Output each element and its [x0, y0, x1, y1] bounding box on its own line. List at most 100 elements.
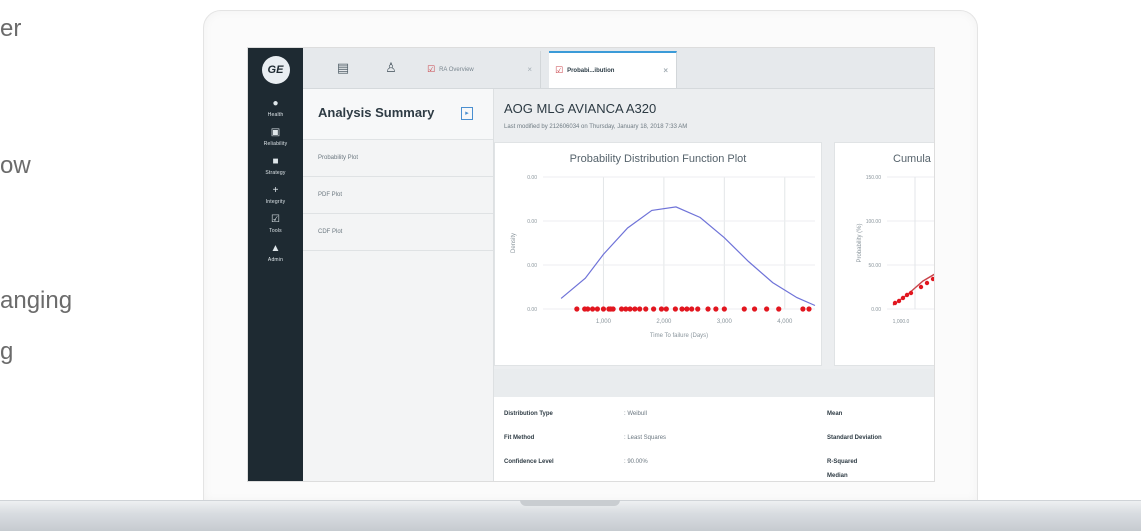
- failure-point: [741, 306, 747, 312]
- close-icon[interactable]: ×: [663, 66, 668, 75]
- nav-item-label: Reliability: [263, 141, 288, 147]
- nav-item-health[interactable]: ● Health: [248, 98, 303, 118]
- failure-point: [930, 276, 934, 282]
- y-tick-label: 0.00: [527, 219, 537, 225]
- stat-value: : Least Squares: [624, 435, 667, 441]
- marketing-text-line: g: [0, 338, 14, 365]
- y-tick-label: 100.00: [866, 219, 882, 225]
- ge-logo[interactable]: GE: [261, 56, 290, 84]
- failure-point: [806, 306, 812, 312]
- stat-label: Mean: [827, 411, 843, 417]
- panel-header: Analysis Summary ▸: [303, 89, 493, 140]
- y-tick-label: 150.00: [866, 175, 882, 181]
- stat-label: Confidence Level: [504, 459, 554, 465]
- nav-sidebar: GE ● Health ▣ Reliability ■ Strategy + I…: [248, 48, 303, 481]
- nav-item-label: Admin: [267, 257, 284, 263]
- dashboard-icon[interactable]: ▤: [335, 60, 351, 76]
- failure-point: [918, 284, 924, 290]
- failure-point: [589, 306, 596, 312]
- failure-point: [600, 306, 607, 312]
- chart-title: Cumula: [893, 153, 931, 165]
- health-icon: ●: [272, 98, 279, 109]
- failure-point: [637, 306, 643, 312]
- asset-title: AOG MLG AVIANCA A320: [504, 101, 657, 116]
- stats-section: Distribution Type : Weibull Fit Method :…: [494, 369, 934, 481]
- reliability-icon: ▣: [270, 127, 281, 138]
- failure-point: [751, 306, 758, 312]
- stat-label: Median: [827, 473, 848, 479]
- nav-item-admin[interactable]: ▲ Admin: [248, 243, 303, 263]
- integrity-icon: +: [272, 185, 279, 196]
- last-modified: Last modified by 212606034 on Thursday, …: [504, 124, 688, 130]
- y-axis-label: Density: [511, 233, 517, 253]
- asset-hierarchy-icon[interactable]: ♙: [383, 60, 399, 76]
- nav-item-label: Integrity: [265, 199, 286, 205]
- pdf-curve: [560, 206, 816, 307]
- stat-label: Standard Deviation: [827, 435, 882, 441]
- stat-label: Fit Method: [504, 435, 535, 441]
- failure-point: [800, 306, 806, 312]
- pdf-chart: 1,000 2,000 3,000 4,000 0.00 0.00 0.00 0.00 Time…: [511, 175, 816, 339]
- failure-point: [610, 306, 616, 312]
- close-icon[interactable]: ×: [527, 65, 532, 74]
- chart-title: Probability Distribution Function Plot: [569, 153, 747, 165]
- failure-point: [900, 295, 906, 301]
- marketing-text-line: anging: [0, 287, 73, 314]
- failure-point: [689, 306, 695, 312]
- stat-value: : 90.00%: [624, 459, 648, 465]
- failure-point: [684, 306, 690, 312]
- y-tick-label: 0.00: [527, 175, 537, 181]
- failure-point: [908, 290, 914, 296]
- tab-bar: ▤ ♙ ☑ RA Overview × ☑ Probabi...ibution …: [303, 48, 934, 89]
- nav-item-tools[interactable]: ☑ Tools: [248, 214, 303, 234]
- y-axis-label: Probability (%): [857, 223, 863, 262]
- x-tick-label: 3,000: [717, 319, 733, 325]
- failure-point: [892, 300, 898, 306]
- x-axis-label: Time To failure (Days): [650, 333, 708, 339]
- stats-header: [494, 369, 934, 397]
- app-screen: GE ● Health ▣ Reliability ■ Strategy + I…: [247, 47, 935, 482]
- panel-item-cdf-plot[interactable]: CDF Plot: [303, 214, 493, 251]
- x-tick-label: 4,000: [777, 319, 793, 325]
- tab-label: RA Overview: [439, 66, 474, 73]
- failure-point: [896, 298, 902, 304]
- y-tick-label: 0.00: [527, 307, 537, 313]
- tab-probability-distribution[interactable]: ☑ Probabi...ibution ×: [549, 51, 677, 88]
- marketing-text-line: ow: [0, 152, 31, 179]
- nav-item-label: Health: [267, 112, 284, 118]
- checkbox-icon: ☑: [427, 64, 436, 74]
- failure-point: [672, 306, 678, 312]
- nav-item-integrity[interactable]: + Integrity: [248, 185, 303, 205]
- nav-item-strategy[interactable]: ■ Strategy: [248, 156, 303, 176]
- cdf-chart: 150.00 100.00 50.00 0.00 1,000.0 Probability …: [857, 175, 934, 325]
- nav-item-label: Strategy: [265, 170, 286, 176]
- laptop-notch: [520, 500, 620, 506]
- tab-ra-overview[interactable]: ☑ RA Overview ×: [421, 51, 541, 88]
- failure-point: [924, 280, 930, 286]
- nav-item-label: Tools: [269, 228, 282, 234]
- failure-point: [594, 306, 600, 312]
- y-tick-label: 0.00: [871, 307, 881, 313]
- failure-point: [627, 306, 633, 312]
- y-tick-label: 0.00: [527, 263, 537, 269]
- panel-item-pdf-plot[interactable]: PDF Plot: [303, 177, 493, 214]
- failure-point: [713, 306, 719, 312]
- failure-point: [651, 306, 657, 312]
- main-content: AOG MLG AVIANCA A320 Last modified by 21…: [494, 89, 934, 481]
- failure-point: [643, 306, 649, 312]
- tab-label: Probabi...ibution: [567, 67, 615, 74]
- cdf-chart-card: Cumula 150.00 100.00 50.00 0.00 1,000.0 Proba…: [834, 142, 934, 366]
- checkbox-icon: ☑: [555, 65, 564, 75]
- stat-label: Distribution Type: [504, 411, 553, 417]
- pdf-chart-card: Probability Distribution Function Plot 1…: [494, 142, 822, 366]
- y-tick-label: 50.00: [868, 263, 881, 269]
- x-tick-label: 2,000: [656, 319, 672, 325]
- failure-point: [764, 306, 770, 312]
- nav-item-reliability[interactable]: ▣ Reliability: [248, 127, 303, 147]
- expand-icon[interactable]: ▸: [461, 107, 473, 120]
- strategy-icon: ■: [272, 156, 279, 167]
- failure-point: [776, 306, 782, 312]
- panel-item-probability-plot[interactable]: Probability Plot: [303, 140, 493, 177]
- admin-icon: ▲: [270, 243, 281, 254]
- failure-point: [695, 306, 701, 312]
